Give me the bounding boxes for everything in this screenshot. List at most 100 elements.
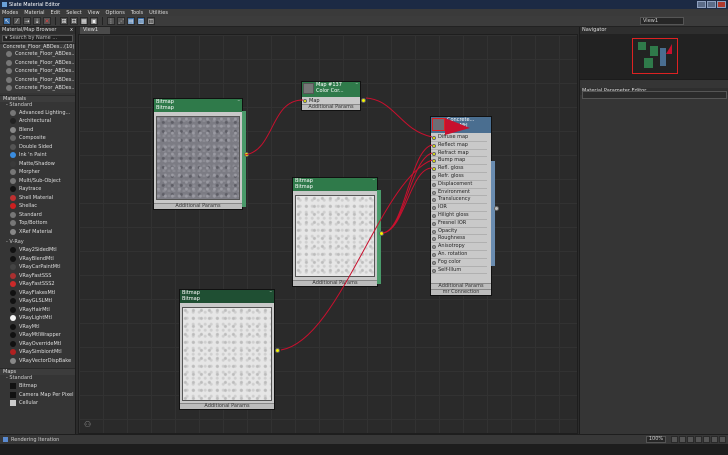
vraymtl-slot-6[interactable]: Displacement xyxy=(431,181,487,189)
bitmap-node-header[interactable]: Bitmap Bitmap – xyxy=(154,98,242,112)
vray-item-5[interactable]: VRayFlakesMtl xyxy=(0,289,75,298)
vraymtl-slot-2[interactable]: Refract map xyxy=(431,150,487,158)
navigator-view[interactable] xyxy=(580,34,728,80)
pan-icon[interactable] xyxy=(671,436,678,443)
map-item-2[interactable]: Cellular xyxy=(0,399,75,408)
vraymtl-slot-1[interactable]: Reflect map xyxy=(431,142,487,150)
vraymtl-slot-14[interactable]: Anisotropy xyxy=(431,243,487,251)
standard-item-3[interactable]: Composite xyxy=(0,134,75,143)
input-port[interactable] xyxy=(432,190,436,195)
vraymtl-slot-11[interactable]: Fresnel IOR xyxy=(431,220,487,228)
menu-select[interactable]: Select xyxy=(66,10,81,16)
minimize-icon[interactable]: – xyxy=(238,98,241,105)
standard-subsection[interactable]: - Standard xyxy=(0,102,75,109)
standard-item-5[interactable]: Ink 'n Paint xyxy=(0,151,75,160)
vraymtl-slot-15[interactable]: An. rotation xyxy=(431,251,487,259)
vray-item-1[interactable]: VRayBlendMtl xyxy=(0,255,75,264)
close-icon[interactable]: x xyxy=(70,27,73,34)
show-map-icon[interactable]: ▦ xyxy=(80,17,88,25)
standard-item-7[interactable]: Morpher xyxy=(0,168,75,177)
vraymtl-slot-0[interactable]: Diffuse map xyxy=(431,134,487,142)
input-port[interactable] xyxy=(432,268,436,273)
bitmap-node-3[interactable]: Bitmap Bitmap – Additional Params xyxy=(179,289,280,410)
bitmap-node-2[interactable]: Bitmap Bitmap – Additional Params xyxy=(292,177,384,287)
menu-material[interactable]: Material xyxy=(24,10,44,16)
zoom-region-icon[interactable] xyxy=(687,436,694,443)
vraymtl-slot-5[interactable]: Refr. gloss xyxy=(431,173,487,181)
node-footer[interactable]: Additional Params xyxy=(302,104,360,110)
vray-item-6[interactable]: VRayGLSLMtl xyxy=(0,297,75,306)
input-port[interactable] xyxy=(432,245,436,250)
input-port[interactable] xyxy=(432,151,436,156)
vray-item-4[interactable]: VRayFastSSS2 xyxy=(0,280,75,289)
menu-view[interactable]: View xyxy=(88,10,100,16)
standard-item-8[interactable]: Multi/Sub-Object xyxy=(0,177,75,186)
vraymtl-slot-7[interactable]: Environment xyxy=(431,189,487,197)
vray-item-3[interactable]: VRayFastSSS xyxy=(0,272,75,281)
parameter-editor-icon[interactable]: ▥ xyxy=(137,17,145,25)
standard-item-14[interactable]: XRef Material xyxy=(0,228,75,237)
minimize-button[interactable] xyxy=(697,1,706,8)
vray-subsection[interactable]: - V-Ray xyxy=(0,239,75,246)
layout-children-icon[interactable]: ⋰ xyxy=(117,17,125,25)
maps-standard-subsection[interactable]: - Standard xyxy=(0,375,75,382)
output-port[interactable] xyxy=(244,152,249,157)
scene-material-4[interactable]: Concrete_Floor_ABDes... xyxy=(0,84,75,93)
standard-item-2[interactable]: Blend xyxy=(0,126,75,135)
view-selector[interactable]: View1 xyxy=(640,17,684,25)
menu-modes[interactable]: Modes xyxy=(2,10,18,16)
color-correction-header[interactable]: Map #137 Color Cor... – xyxy=(302,81,360,97)
navigation-icon[interactable]: ⚇ xyxy=(84,420,92,429)
vray-item-7[interactable]: VRayHairMtl xyxy=(0,306,75,315)
input-port[interactable] xyxy=(432,159,436,164)
output-port[interactable] xyxy=(361,98,366,103)
scene-material-1[interactable]: Concrete_Floor_ABDes... xyxy=(0,58,75,67)
tab-view1[interactable]: View1 xyxy=(80,27,110,34)
vraymtl-slot-10[interactable]: Hilight gloss xyxy=(431,212,487,220)
map-item-0[interactable]: Bitmap xyxy=(0,382,75,391)
minimize-icon[interactable]: – xyxy=(373,177,376,184)
vraymtl-slot-17[interactable]: Self-Illum xyxy=(431,267,487,275)
vraymtl-slot-12[interactable]: Opacity xyxy=(431,228,487,236)
standard-item-13[interactable]: Top/Bottom xyxy=(0,219,75,228)
show-background-icon[interactable]: ▣ xyxy=(90,17,98,25)
output-port[interactable] xyxy=(379,231,384,236)
vraymtl-slot-8[interactable]: Translucency xyxy=(431,196,487,205)
node-footer[interactable]: Additional Params xyxy=(180,403,274,409)
color-correction-node[interactable]: Map #137 Color Cor... – Map Additional P… xyxy=(301,81,366,111)
standard-item-12[interactable]: Standard xyxy=(0,211,75,220)
select-by-material-icon[interactable]: ◫ xyxy=(147,17,155,25)
put-material-icon[interactable]: ⇢ xyxy=(23,17,31,25)
standard-item-11[interactable]: Shellac xyxy=(0,202,75,211)
input-port[interactable] xyxy=(432,182,436,187)
input-port[interactable] xyxy=(432,253,436,257)
vray-item-13[interactable]: VRayVectorDispBake xyxy=(0,357,75,366)
input-port[interactable] xyxy=(432,221,436,226)
search-input[interactable]: ▾ Search by Name ... xyxy=(2,35,73,42)
input-port[interactable] xyxy=(432,206,436,211)
select-tool-icon[interactable]: ↖ xyxy=(3,17,11,25)
vray-item-12[interactable]: VRaySimbiontMtl xyxy=(0,348,75,357)
vraymtl-slot-13[interactable]: Roughness xyxy=(431,235,487,244)
vraymtl-slot-3[interactable]: Bump map xyxy=(431,157,487,166)
input-port[interactable] xyxy=(432,229,436,234)
input-port[interactable] xyxy=(432,136,436,140)
scene-material-3[interactable]: Concrete_Floor_ABDes... xyxy=(0,75,75,84)
vray-item-9[interactable]: VRayMtl xyxy=(0,323,75,332)
minimize-icon[interactable]: – xyxy=(270,289,273,296)
input-port[interactable] xyxy=(432,198,436,203)
search-options-icon[interactable]: ▾ xyxy=(5,36,8,41)
zoom-extents-icon[interactable] xyxy=(695,436,702,443)
vraymtl-slot-4[interactable]: Refl. gloss xyxy=(431,165,487,173)
move-children-icon[interactable]: ⊞ xyxy=(60,17,68,25)
zoom-field[interactable]: 100% xyxy=(646,436,666,443)
menu-options[interactable]: Options xyxy=(106,10,125,16)
standard-item-1[interactable]: Architectural xyxy=(0,117,75,126)
materials-section[interactable]: Materials xyxy=(0,94,75,102)
pan-view-icon[interactable] xyxy=(719,436,726,443)
maps-section[interactable]: Maps xyxy=(0,368,75,375)
standard-item-6[interactable]: Matte/Shadow xyxy=(0,160,75,169)
maximize-button[interactable] xyxy=(707,1,716,8)
vray-item-0[interactable]: VRay2SidedMtl xyxy=(0,246,75,255)
zoom-selected-icon[interactable] xyxy=(703,436,710,443)
